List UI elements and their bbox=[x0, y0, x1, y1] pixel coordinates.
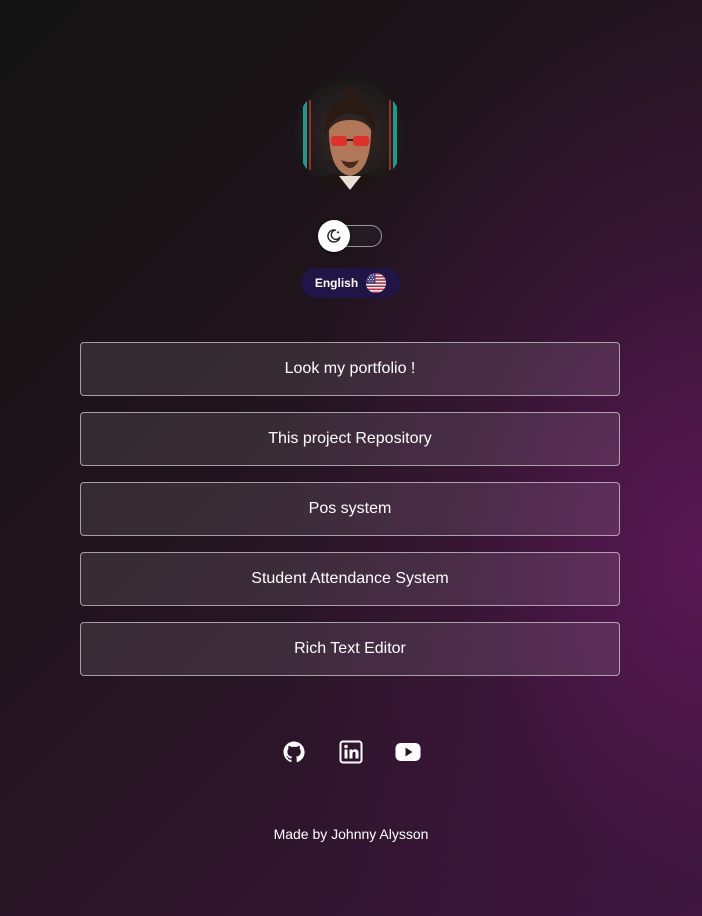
theme-toggle[interactable] bbox=[318, 220, 382, 252]
social-links bbox=[281, 739, 421, 765]
rich-text-editor-link-button[interactable]: Rich Text Editor bbox=[80, 622, 620, 676]
attendance-system-link-button[interactable]: Student Attendance System bbox=[80, 552, 620, 606]
avatar-portrait bbox=[295, 80, 405, 190]
github-icon[interactable] bbox=[281, 739, 307, 765]
footer-credit: Made by Johnny Alysson bbox=[273, 826, 429, 842]
portfolio-link-button[interactable]: Look my portfolio ! bbox=[80, 342, 620, 396]
youtube-icon[interactable] bbox=[395, 739, 421, 765]
moon-icon bbox=[327, 229, 341, 243]
linkedin-icon[interactable] bbox=[338, 739, 364, 765]
theme-toggle-knob[interactable] bbox=[318, 220, 350, 252]
us-flag-icon bbox=[366, 273, 387, 293]
language-label: English bbox=[314, 276, 359, 290]
link-list: Look my portfolio ! This project Reposit… bbox=[80, 342, 620, 692]
repository-link-button[interactable]: This project Repository bbox=[80, 412, 620, 466]
language-selector[interactable]: English bbox=[301, 268, 400, 298]
pos-system-link-button[interactable]: Pos system bbox=[80, 482, 620, 536]
link-tree-page: English Look my portfolio ! This project… bbox=[0, 0, 702, 916]
avatar bbox=[295, 80, 405, 190]
